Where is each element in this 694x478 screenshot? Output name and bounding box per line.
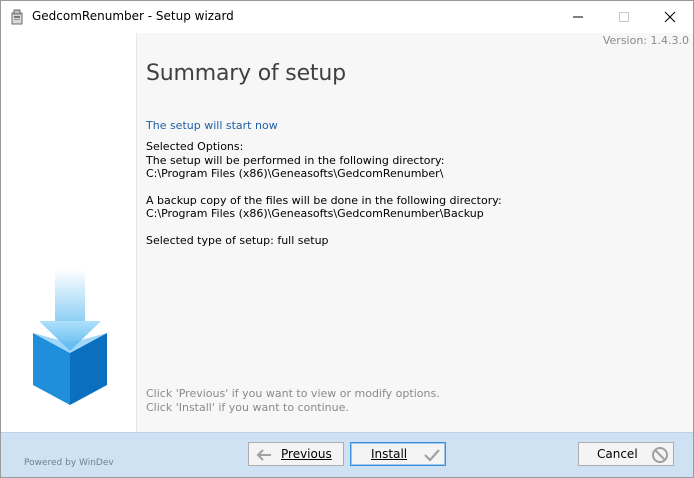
summary-details: Selected Options: The setup will be perf…: [146, 140, 502, 247]
maximize-button: [601, 1, 647, 33]
hint-text: Click 'Previous' if you want to view or …: [146, 387, 440, 414]
cancel-label: Cancel: [597, 447, 638, 461]
title-bar[interactable]: GedcomRenumber - Setup wizard: [1, 1, 693, 33]
content-panel: Version: 1.4.3.0 Summary of setup The se…: [137, 33, 693, 432]
checkmark-icon: [423, 446, 441, 464]
left-arrow-icon: [255, 446, 273, 464]
backup-path: C:\Program Files (x86)\Geneasofts\Gedcom…: [146, 207, 484, 220]
cancel-icon: [651, 446, 669, 464]
bottom-bar: Powered by WinDev Previous Install Cance…: [1, 432, 693, 477]
selected-options-label: Selected Options:: [146, 140, 244, 153]
minimize-button[interactable]: [555, 1, 601, 33]
installer-icon: [9, 8, 25, 25]
minimize-icon: [573, 16, 583, 18]
powered-by-label: Powered by WinDev: [24, 458, 114, 468]
install-box-icon: [31, 269, 109, 409]
close-button[interactable]: [647, 1, 693, 33]
version-label: Version: 1.4.3.0: [602, 34, 689, 47]
directory-intro: The setup will be performed in the follo…: [146, 153, 445, 167]
setup-type: Selected type of setup: full setup: [146, 233, 329, 247]
page-title: Summary of setup: [146, 61, 346, 86]
backup-intro: A backup copy of the files will be done …: [146, 193, 502, 207]
install-button[interactable]: Install: [350, 442, 446, 466]
cancel-button[interactable]: Cancel: [578, 442, 674, 466]
intro-text: The setup will start now: [146, 119, 278, 132]
previous-label: Previous: [281, 447, 332, 461]
window-title: GedcomRenumber - Setup wizard: [32, 9, 234, 23]
install-label: Install: [371, 447, 408, 461]
hint-install: Click 'Install' if you want to continue.: [146, 400, 349, 414]
close-icon: [664, 11, 676, 23]
hint-previous: Click 'Previous' if you want to view or …: [146, 387, 440, 400]
directory-path: C:\Program Files (x86)\Geneasofts\Gedcom…: [146, 167, 444, 180]
maximize-icon: [619, 12, 629, 22]
setup-wizard-window: GedcomRenumber - Setup wizard Version: 1…: [0, 0, 694, 478]
previous-button[interactable]: Previous: [248, 442, 344, 466]
